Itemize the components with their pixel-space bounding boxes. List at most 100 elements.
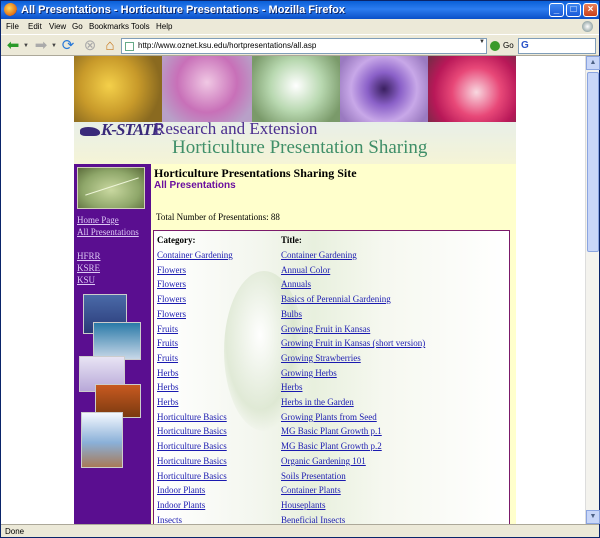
table-row: Indoor Plants Container Plants bbox=[154, 484, 509, 499]
browser-window: All Presentations - Horticulture Present… bbox=[0, 0, 600, 538]
main-content: Horticulture Presentations Sharing Site … bbox=[151, 164, 516, 524]
category-link[interactable]: Horticulture Basics bbox=[157, 411, 227, 423]
reload-icon[interactable]: ⟳ bbox=[59, 38, 77, 54]
table-row: Horticulture Basics MG Basic Plant Growth… bbox=[154, 440, 509, 455]
sidebar-link-home[interactable]: Home Page bbox=[77, 214, 151, 226]
category-link[interactable]: Horticulture Basics bbox=[157, 425, 227, 437]
banner: K-STATE Research and Extension Horticult… bbox=[74, 56, 516, 164]
table-row: Flowers Bulbs bbox=[154, 308, 509, 323]
title-link[interactable]: Annuals bbox=[281, 278, 311, 290]
banner-flower-image bbox=[162, 56, 252, 122]
menu-edit[interactable]: Edit bbox=[28, 19, 42, 34]
sidebar-nav-external: HFRR KSRE KSU bbox=[77, 250, 151, 286]
menu-go[interactable]: Go bbox=[72, 19, 83, 34]
category-link[interactable]: Container Gardening bbox=[157, 249, 233, 261]
title-link[interactable]: Organic Gardening 101 bbox=[281, 455, 366, 467]
table-row: Insects Beneficial Insects bbox=[154, 514, 509, 524]
minimize-button[interactable]: _ bbox=[549, 3, 564, 17]
thumbnail-image bbox=[81, 412, 123, 468]
title-link[interactable]: MG Basic Plant Growth p.2 bbox=[281, 440, 382, 452]
throbber-icon bbox=[582, 21, 593, 32]
title-link[interactable]: Houseplants bbox=[281, 499, 326, 511]
go-label: Go bbox=[503, 41, 514, 50]
sidebar-link-hfrr[interactable]: HFRR bbox=[77, 250, 151, 262]
category-link[interactable]: Horticulture Basics bbox=[157, 455, 227, 467]
navigation-toolbar: ⬅ ▼ ➡ ▼ ⟳ ⊗ ⌂ http://www.oznet.ksu.edu/h… bbox=[1, 34, 599, 56]
category-link[interactable]: Fruits bbox=[157, 323, 178, 335]
table-row: Horticulture Basics Soils Presentation bbox=[154, 470, 509, 485]
table-row: Fruits Growing Fruit in Kansas (short ver… bbox=[154, 337, 509, 352]
category-link[interactable]: Herbs bbox=[157, 396, 179, 408]
sidebar: Home Page All Presentations HFRR KSRE KS… bbox=[74, 164, 151, 524]
title-link[interactable]: Container Plants bbox=[281, 484, 341, 496]
title-link[interactable]: Soils Presentation bbox=[281, 470, 346, 482]
sidebar-link-all-presentations[interactable]: All Presentations bbox=[77, 226, 151, 238]
back-dropdown-icon[interactable]: ▼ bbox=[23, 43, 29, 49]
category-link[interactable]: Horticulture Basics bbox=[157, 470, 227, 482]
sidebar-link-ksre[interactable]: KSRE bbox=[77, 262, 151, 274]
wildcat-icon bbox=[80, 126, 100, 136]
presentation-thumbnails bbox=[79, 294, 145, 474]
title-link[interactable]: MG Basic Plant Growth p.1 bbox=[281, 425, 382, 437]
url-dropdown-icon[interactable]: ▼ bbox=[479, 39, 485, 45]
title-link[interactable]: Growing Strawberries bbox=[281, 352, 361, 364]
title-link[interactable]: Growing Fruit in Kansas bbox=[281, 323, 370, 335]
kstate-logo: K-STATE bbox=[80, 120, 163, 140]
category-link[interactable]: Herbs bbox=[157, 381, 179, 393]
title-link[interactable]: Basics of Perennial Gardening bbox=[281, 293, 391, 305]
menu-file[interactable]: File bbox=[6, 19, 19, 34]
table-row: Herbs Herbs bbox=[154, 381, 509, 396]
table-row: Indoor Plants Houseplants bbox=[154, 499, 509, 514]
title-link[interactable]: Growing Herbs bbox=[281, 367, 337, 379]
title-link[interactable]: Container Gardening bbox=[281, 249, 357, 261]
menu-view[interactable]: View bbox=[49, 19, 66, 34]
table-row: Container Gardening Container Gardening bbox=[154, 249, 509, 264]
category-link[interactable]: Fruits bbox=[157, 352, 178, 364]
home-icon[interactable]: ⌂ bbox=[101, 38, 119, 54]
title-link[interactable]: Bulbs bbox=[281, 308, 302, 320]
title-link[interactable]: Herbs in the Garden bbox=[281, 396, 354, 408]
banner-flower-image bbox=[74, 56, 162, 122]
firefox-icon bbox=[4, 3, 17, 16]
table-row: Flowers Basics of Perennial Gardening bbox=[154, 293, 509, 308]
vertical-scrollbar[interactable]: ▲ ▼ bbox=[585, 56, 600, 524]
title-link[interactable]: Growing Fruit in Kansas (short version) bbox=[281, 337, 425, 349]
sidebar-link-ksu[interactable]: KSU bbox=[77, 274, 151, 286]
title-link[interactable]: Annual Color bbox=[281, 264, 330, 276]
menu-tools[interactable]: Tools bbox=[131, 19, 150, 34]
category-link[interactable]: Indoor Plants bbox=[157, 484, 205, 496]
table-row: Flowers Annuals bbox=[154, 278, 509, 293]
back-icon[interactable]: ⬅ bbox=[4, 38, 22, 54]
category-link[interactable]: Horticulture Basics bbox=[157, 440, 227, 452]
maximize-button[interactable]: □ bbox=[566, 3, 581, 17]
category-link[interactable]: Insects bbox=[157, 514, 182, 524]
banner-flower-image bbox=[252, 56, 340, 122]
stop-icon[interactable]: ⊗ bbox=[81, 38, 99, 54]
menu-help[interactable]: Help bbox=[156, 19, 172, 34]
scroll-thumb[interactable] bbox=[587, 72, 599, 252]
scroll-down-icon[interactable]: ▼ bbox=[586, 510, 600, 524]
url-input[interactable]: http://www.oznet.ksu.edu/hortpresentatio… bbox=[121, 38, 487, 54]
category-link[interactable]: Herbs bbox=[157, 367, 179, 379]
go-button[interactable]: Go bbox=[490, 38, 516, 54]
category-link[interactable]: Flowers bbox=[157, 264, 186, 276]
title-link[interactable]: Herbs bbox=[281, 381, 303, 393]
title-link[interactable]: Growing Plants from Seed bbox=[281, 411, 377, 423]
site-favicon-icon bbox=[125, 42, 134, 51]
menu-bookmarks[interactable]: Bookmarks bbox=[89, 19, 129, 34]
category-link[interactable]: Flowers bbox=[157, 278, 186, 290]
search-input[interactable]: G bbox=[518, 38, 596, 54]
category-link[interactable]: Flowers bbox=[157, 308, 186, 320]
category-link[interactable]: Fruits bbox=[157, 337, 178, 349]
scroll-up-icon[interactable]: ▲ bbox=[586, 56, 600, 70]
forward-icon[interactable]: ➡ bbox=[32, 38, 50, 54]
title-link[interactable]: Beneficial Insects bbox=[281, 514, 345, 524]
page-subtitle: All Presentations bbox=[154, 180, 236, 191]
table-row: Horticulture Basics MG Basic Plant Growth… bbox=[154, 425, 509, 440]
close-button[interactable]: × bbox=[583, 3, 598, 17]
category-link[interactable]: Indoor Plants bbox=[157, 499, 205, 511]
forward-dropdown-icon[interactable]: ▼ bbox=[51, 43, 57, 49]
thumbnail-image bbox=[93, 322, 141, 360]
category-link[interactable]: Flowers bbox=[157, 293, 186, 305]
menu-bar: File Edit View Go Bookmarks Tools Help bbox=[1, 19, 599, 34]
